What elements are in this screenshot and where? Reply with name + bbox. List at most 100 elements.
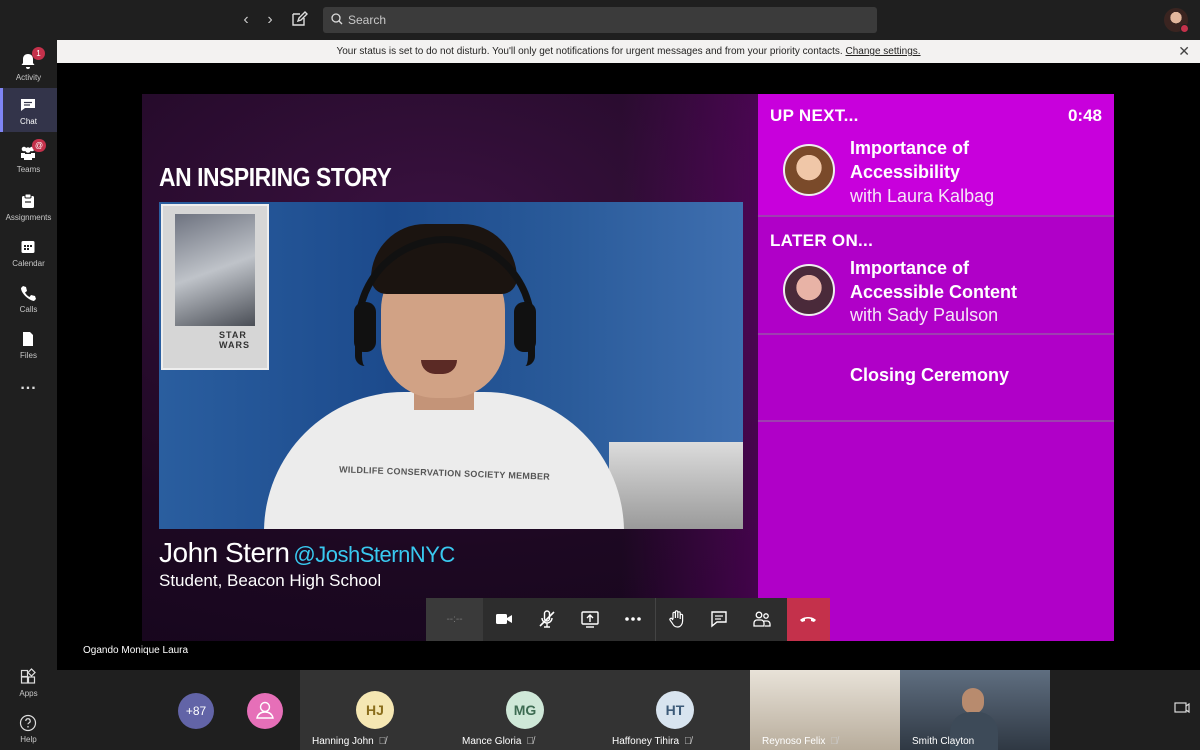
apps-icon xyxy=(20,668,36,684)
background-furniture xyxy=(609,442,743,529)
search-input[interactable] xyxy=(348,7,868,33)
poster-text: STAR WARS xyxy=(219,330,250,350)
participant-name: Mance Gloria 🎙̸ xyxy=(462,736,534,747)
title-bar: ‹ › xyxy=(0,0,1200,40)
participant-name: Haffoney Tihira 🎙̸ xyxy=(612,736,692,747)
show-conversation-button[interactable] xyxy=(698,598,741,641)
app-rail: 1 Activity Chat @ Teams Assignments Cale… xyxy=(0,40,57,750)
chat-icon xyxy=(21,99,35,111)
more-options-icon: ... xyxy=(20,376,37,393)
conversation-icon xyxy=(711,611,727,628)
rail-item-apps[interactable]: Apps xyxy=(0,660,57,704)
hang-up-icon xyxy=(800,617,816,622)
change-settings-link[interactable]: Change settings. xyxy=(845,46,920,57)
new-chat-compose-icon[interactable] xyxy=(290,10,310,30)
speaker-camera-frame: STAR WARS WILDLIFE CONSERVATION SOCIETY … xyxy=(159,202,743,529)
participant-initials: MG xyxy=(506,691,544,729)
later-title-line1: Importance of xyxy=(850,258,970,278)
call-controls-bar: --:-- xyxy=(426,598,830,641)
speaker-role: Student, Beacon High School xyxy=(159,571,382,590)
up-next-heading: UP NEXT... xyxy=(770,106,859,125)
back-arrow-icon[interactable]: ‹ xyxy=(237,10,255,30)
participant-initials: HT xyxy=(656,691,694,729)
camera-button[interactable] xyxy=(483,598,526,641)
rail-label-teams: Teams xyxy=(16,165,41,174)
assignments-icon xyxy=(22,193,34,208)
participant-video-tile[interactable]: Smith Clayton xyxy=(900,670,1050,750)
wall-poster: STAR WARS xyxy=(161,204,269,370)
rail-item-teams[interactable]: @ Teams xyxy=(0,136,57,180)
headset-ear-right xyxy=(514,302,536,352)
participant-face xyxy=(962,688,984,714)
rail-item-activity[interactable]: 1 Activity xyxy=(0,44,57,88)
mic-off-icon: 🎙̸ xyxy=(830,736,838,747)
microphone-off-icon xyxy=(539,610,555,628)
rail-item-more[interactable]: ... xyxy=(0,374,57,404)
teams-mention-badge: @ xyxy=(32,139,47,152)
story-title: AN INSPIRING STORY xyxy=(159,162,392,192)
search-box[interactable] xyxy=(323,7,877,33)
mute-button[interactable] xyxy=(526,598,569,641)
participant-video-tile[interactable]: Reynoso Felix 🎙̸ xyxy=(750,670,900,750)
participants-icon xyxy=(753,611,771,627)
raise-hand-button[interactable] xyxy=(655,598,698,641)
rail-item-assignments[interactable]: Assignments xyxy=(0,184,57,228)
raise-hand-icon xyxy=(669,610,684,628)
call-timer: --:-- xyxy=(426,598,483,641)
file-icon xyxy=(23,332,33,346)
rail-item-chat[interactable]: Chat xyxy=(0,88,57,132)
person-icon xyxy=(256,701,274,719)
share-tray-icon[interactable] xyxy=(1174,702,1192,718)
show-participants-button[interactable] xyxy=(741,598,784,641)
participant-name-text: Mance Gloria xyxy=(462,736,522,747)
more-participants-button[interactable]: +87 xyxy=(178,693,214,729)
later-on-heading: LATER ON... xyxy=(770,231,874,250)
rail-item-files[interactable]: Files xyxy=(0,322,57,366)
headset-ear-left xyxy=(354,302,376,352)
poster-art xyxy=(175,214,255,326)
meeting-stage: AN INSPIRING STORY STAR WARS WILDLIFE CO… xyxy=(57,63,1200,670)
notice-text: Your status is set to do not disturb. Yo… xyxy=(336,46,843,57)
participant-name-text: Haffoney Tihira xyxy=(612,736,680,747)
video-camera-icon xyxy=(496,614,512,624)
rail-label-apps: Apps xyxy=(19,689,38,698)
participant-tile[interactable]: HT Haffoney Tihira 🎙̸ xyxy=(600,670,750,750)
do-not-disturb-status-icon xyxy=(1180,24,1189,33)
participant-tile[interactable]: HJ Hanning John 🎙̸ xyxy=(300,670,450,750)
rail-label-files: Files xyxy=(20,351,37,360)
rail-item-calls[interactable]: Calls xyxy=(0,276,57,320)
mic-off-icon: 🎙̸ xyxy=(526,736,534,747)
participant-initials: HJ xyxy=(356,691,394,729)
participant-avatar[interactable] xyxy=(247,693,283,729)
up-next-title-line1: Importance of xyxy=(850,138,970,158)
participant-name-text: Smith Clayton xyxy=(912,736,975,747)
up-next-section: UP NEXT... 0:48 Importance of Accessibil… xyxy=(758,94,1114,217)
participant-name: Smith Clayton xyxy=(912,736,974,747)
participant-tile[interactable]: MG Mance Gloria 🎙̸ xyxy=(450,670,600,750)
speaker-name: John Stern xyxy=(159,537,290,568)
presenter-name-label: Ogando Monique Laura xyxy=(83,645,189,656)
close-icon[interactable]: ✕ xyxy=(1178,40,1190,63)
participant-strip: +87 HJ Hanning John 🎙̸ MG Mance Gloria 🎙̸ … xyxy=(57,670,1200,750)
schedule-panel: UP NEXT... 0:48 Importance of Accessibil… xyxy=(758,94,1114,641)
countdown-timer: 0:48 xyxy=(1067,106,1102,125)
participant-name-text: Reynoso Felix xyxy=(762,736,826,747)
do-not-disturb-banner: Your status is set to do not disturb. Yo… xyxy=(57,40,1200,63)
share-screen-button[interactable] xyxy=(569,598,612,641)
more-actions-button[interactable] xyxy=(612,598,655,641)
mic-off-icon: 🎙̸ xyxy=(378,736,387,747)
rail-item-calendar[interactable]: Calendar xyxy=(0,230,57,274)
ellipsis-icon xyxy=(625,617,641,621)
participant-name: Hanning John 🎙̸ xyxy=(312,736,386,747)
rail-label-assignments: Assignments xyxy=(5,213,52,222)
presenter-avatar-sady xyxy=(783,264,835,316)
forward-arrow-icon[interactable]: › xyxy=(261,10,279,30)
phone-icon xyxy=(21,286,36,301)
rail-item-help[interactable]: Help xyxy=(0,706,57,750)
later-title-line2: Accessible Content xyxy=(850,282,1018,302)
search-icon xyxy=(331,13,343,25)
share-screen-icon xyxy=(581,611,599,628)
hang-up-button[interactable] xyxy=(787,598,830,641)
activity-badge: 1 xyxy=(32,47,45,60)
presenter-avatar-laura xyxy=(783,144,835,196)
